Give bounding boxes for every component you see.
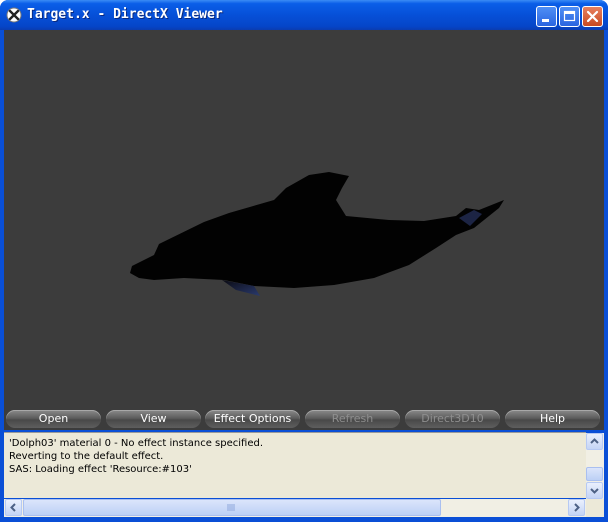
log-line: SAS: Loading effect 'Resource:#103' [9,464,192,475]
maximize-button[interactable] [559,6,580,27]
window-title: Target.x - DirectX Viewer [27,7,223,22]
help-button[interactable]: Help [505,410,600,428]
arrow-right-icon [574,503,580,512]
arrow-down-icon [590,488,599,494]
vertical-scrollbar[interactable] [586,433,604,499]
horizontal-scroll-thumb[interactable] [23,499,441,516]
log-line: 'Dolph03' material 0 - No effect instanc… [9,438,264,449]
scroll-up-button[interactable] [586,433,603,450]
minimize-button[interactable] [536,6,557,27]
maximize-icon [563,10,576,22]
scroll-down-button[interactable] [586,482,603,499]
grip-icon [227,504,235,511]
arrow-left-icon [10,503,16,512]
vertical-scroll-thumb[interactable] [586,467,603,481]
scroll-left-button[interactable] [5,499,22,516]
log-output[interactable]: 'Dolph03' material 0 - No effect instanc… [4,432,586,498]
scroll-right-button[interactable] [568,499,585,516]
log-line: Reverting to the default effect. [9,451,164,462]
toolbar: Open View Effect Options Refresh Direct3… [4,409,604,443]
minimize-icon [542,19,549,22]
direct3d10-mode-button: Direct3D10 Mode [405,410,500,443]
render-viewport[interactable] [4,30,604,409]
directx-viewer-window: Target.x - DirectX Viewer Open View Effe… [0,0,608,522]
effect-options-button[interactable]: Effect Options [205,410,300,428]
horizontal-scrollbar[interactable] [4,499,586,517]
refresh-button: Refresh [305,410,400,428]
view-button[interactable]: View [106,410,201,428]
title-bar[interactable]: Target.x - DirectX Viewer [0,0,608,30]
directx-x-icon[interactable] [6,7,22,23]
close-icon [586,10,599,23]
arrow-up-icon [590,438,599,444]
scrollbar-corner [586,499,604,517]
dolphin-model [130,172,504,296]
open-button[interactable]: Open [6,410,101,428]
close-button[interactable] [582,6,603,27]
